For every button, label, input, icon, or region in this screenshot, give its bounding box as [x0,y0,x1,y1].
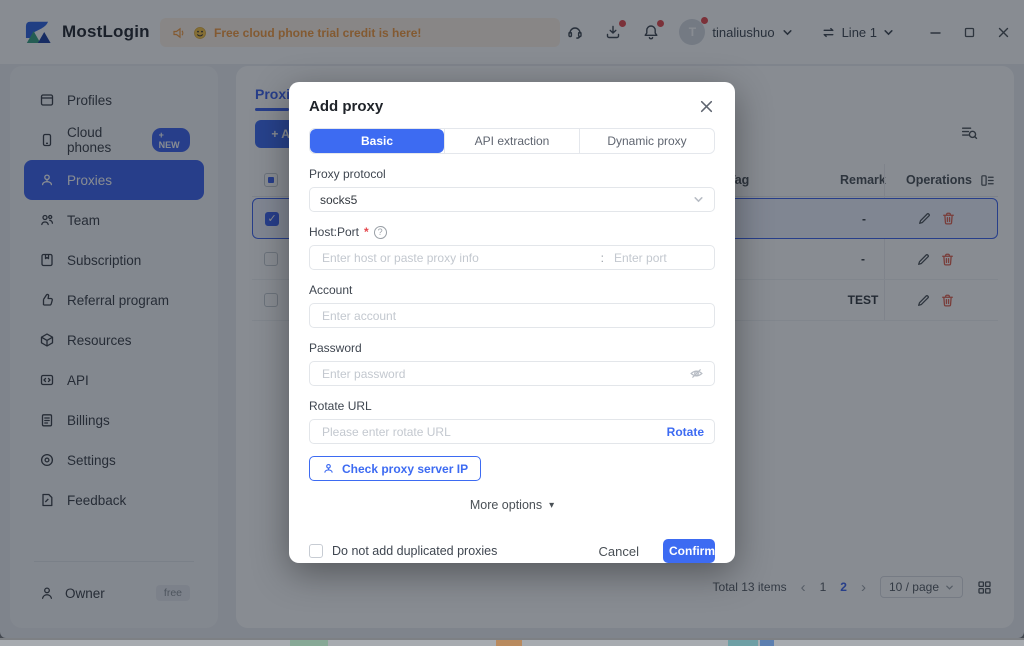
add-proxy-modal: Add proxy Basic API extraction Dynamic p… [289,82,735,563]
dedupe-option: Do not add duplicated proxies [309,544,593,558]
password-label: Password [309,341,362,355]
chevron-down-icon [694,197,703,203]
taskbar-segment [760,640,774,646]
port-input[interactable] [612,249,704,266]
rotate-url-field: Rotate [309,419,715,444]
host-input[interactable] [320,249,593,266]
dedupe-checkbox[interactable] [309,544,323,558]
modal-title: Add proxy [309,98,384,115]
password-input[interactable] [320,365,681,382]
rotate-action[interactable]: Rotate [667,425,704,439]
proxy-protocol-select[interactable]: socks5 [309,187,715,212]
more-options-toggle[interactable]: More options ▾ [309,498,715,512]
desktop-strip [0,638,1024,646]
host-port-field: : [309,245,715,270]
tab-basic[interactable]: Basic [310,129,444,153]
tab-api-extraction[interactable]: API extraction [444,129,579,153]
check-proxy-ip-label: Check proxy server IP [342,461,469,476]
account-field [309,303,715,328]
help-icon[interactable]: ? [373,225,387,239]
taskbar-segment [728,640,758,646]
taskbar-segment [290,640,328,646]
modal-footer: Do not add duplicated proxies Cancel Con… [309,539,715,563]
confirm-button[interactable]: Confirm [663,539,715,563]
account-input[interactable] [320,307,704,324]
account-label: Account [309,283,353,297]
dedupe-label: Do not add duplicated proxies [332,544,498,558]
screen: MostLogin Free cloud phone trial [0,0,1024,646]
required-mark: * [364,225,369,239]
eye-off-icon[interactable] [689,366,704,381]
port-separator: : [600,250,604,265]
rotate-url-label: Rotate URL [309,399,372,413]
taskbar-segment [496,640,522,646]
password-field [309,361,715,386]
proxy-protocol-label: Proxy protocol [309,167,386,181]
more-options-label: More options [469,498,543,512]
proxy-check-icon [322,462,335,475]
proxy-protocol-value: socks5 [320,192,358,207]
host-port-label: Host:Port * ? [309,225,715,239]
caret-down-icon: ▾ [549,499,555,511]
rotate-url-input[interactable] [320,423,659,440]
modal-tabs: Basic API extraction Dynamic proxy [309,128,715,154]
check-proxy-ip-button[interactable]: Check proxy server IP [309,456,482,481]
tab-dynamic-proxy[interactable]: Dynamic proxy [579,129,714,153]
cancel-button[interactable]: Cancel [593,543,645,560]
close-icon[interactable] [699,99,715,115]
